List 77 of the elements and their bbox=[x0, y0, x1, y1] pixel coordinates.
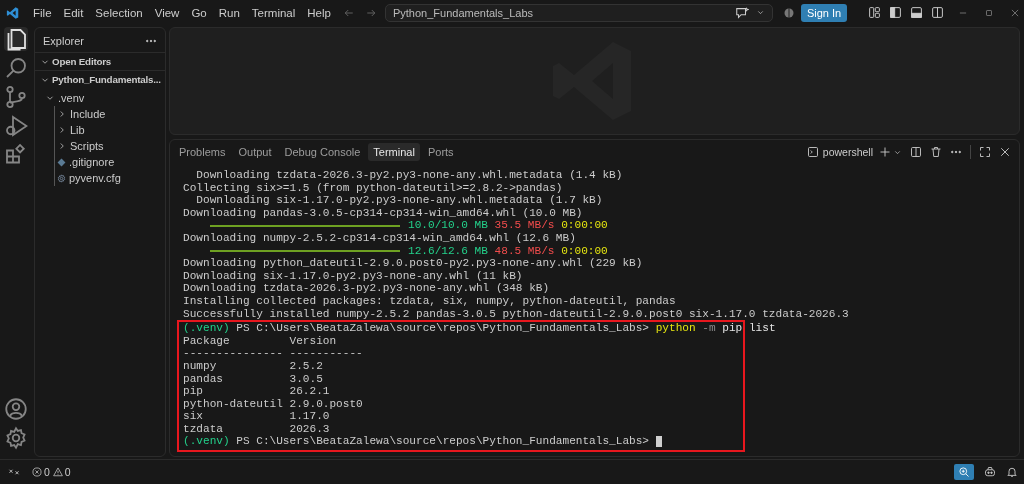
shell-name[interactable]: powershell bbox=[822, 146, 873, 158]
terminal-line: Package Version bbox=[183, 334, 337, 348]
menu-item[interactable]: Selection bbox=[89, 4, 149, 21]
sign-in-button[interactable]: Sign In bbox=[800, 3, 848, 22]
maximize-icon[interactable] bbox=[984, 7, 994, 18]
gear-icon bbox=[57, 173, 66, 183]
chevron-down-icon[interactable] bbox=[755, 8, 765, 17]
terminal-line: Collecting six>=1.5 (from python-dateutil>=2.8.2->pandas) bbox=[183, 181, 563, 195]
chat-icon[interactable] bbox=[734, 5, 749, 20]
folder-item[interactable]: .venv bbox=[58, 92, 85, 104]
split-view-icon[interactable] bbox=[931, 6, 944, 19]
terminal-line: tzdata 2026.3 bbox=[183, 422, 330, 436]
diamond-icon bbox=[57, 157, 66, 167]
search-icon[interactable] bbox=[4, 56, 28, 80]
menu-item[interactable]: View bbox=[148, 4, 186, 21]
terminal-line: pandas 3.0.5 bbox=[183, 372, 323, 386]
menu-item[interactable]: File bbox=[27, 4, 58, 21]
terminal-line: Downloading tzdata-2026.3-py2.py3-none-any.whl.metadata (1.4 kB) bbox=[195, 169, 623, 182]
run-debug-icon[interactable] bbox=[4, 114, 28, 138]
section-header[interactable]: Python_Fundamentals... bbox=[52, 74, 161, 85]
prompt-line: (.venv) PS C:\Users\BeataZalewa\source\repos\Python_Fundamentals_Labs> bbox=[183, 435, 651, 449]
folder-item[interactable]: Include bbox=[70, 108, 106, 120]
maximize-panel-icon[interactable] bbox=[979, 146, 991, 158]
file-entry[interactable]: pyvenv.cfg bbox=[69, 172, 121, 184]
panel-tab[interactable]: Output bbox=[233, 143, 277, 161]
panel-tab[interactable]: Terminal bbox=[368, 143, 420, 161]
terminal-line: Downloading tzdata-2026.3-py2.py3-none-any.whl (348 kB) bbox=[183, 282, 550, 295]
terminal-line: pip 26.2.1 bbox=[183, 385, 330, 398]
sidebar-toggle-icon[interactable] bbox=[889, 6, 902, 19]
terminal-line: Installing collected packages: tzdata, six, numpy, python-dateutil, pandas bbox=[183, 294, 676, 308]
progress-stats: 10.0/10.0 MB 35.5 MB/s 0:00:00 bbox=[408, 219, 608, 232]
split-terminal-icon[interactable] bbox=[910, 146, 922, 158]
robot-icon[interactable] bbox=[984, 466, 996, 478]
panel-toggle-icon[interactable] bbox=[910, 6, 923, 19]
plus-icon[interactable] bbox=[879, 146, 891, 158]
menu-item[interactable]: Go bbox=[185, 4, 213, 21]
error-icon[interactable] bbox=[32, 467, 42, 477]
terminal-line: --------------- ----------- bbox=[183, 347, 363, 360]
menu-item[interactable]: Edit bbox=[57, 4, 90, 21]
close-icon[interactable] bbox=[999, 146, 1011, 158]
source-control-icon[interactable] bbox=[4, 85, 28, 109]
warning-icon[interactable] bbox=[52, 467, 63, 477]
half-circle-icon[interactable] bbox=[782, 6, 795, 19]
explorer-icon[interactable] bbox=[4, 27, 28, 51]
menu-item[interactable]: Help bbox=[301, 4, 337, 21]
folder-item[interactable]: Scripts bbox=[70, 140, 104, 152]
layout-icon[interactable] bbox=[868, 6, 881, 19]
terminal-icon[interactable] bbox=[806, 146, 819, 158]
terminal-line: python-dateutil 2.9.0.post0 bbox=[183, 397, 363, 411]
trash-icon[interactable] bbox=[930, 146, 942, 158]
terminal-line: Downloading six-1.17.0-py2.py3-none-any.whl (11 kB) bbox=[183, 269, 523, 283]
prompt-line: (.venv) PS C:\Users\BeataZalewa\source\repos\Python_Fundamentals_Labs> python -m pip list bbox=[183, 322, 776, 335]
command-center[interactable]: Python_Fundamentals_Labs bbox=[384, 3, 773, 22]
terminal-line: Downloading numpy-2.5.2-cp314-cp314-win_amd64.whl (12.6 MB) bbox=[183, 231, 576, 245]
folder-item[interactable]: Lib bbox=[70, 124, 85, 136]
warning-count[interactable]: 0 bbox=[64, 466, 71, 478]
terminal-line: Downloading python_dateutil-2.9.0.post0-py2.py3-none-any.whl (229 kB) bbox=[183, 257, 643, 270]
terminal-line: numpy 2.5.2 bbox=[183, 359, 323, 373]
zoom-icon[interactable] bbox=[954, 464, 974, 480]
settings-icon[interactable] bbox=[4, 426, 28, 450]
terminal-line: Downloading pandas-3.0.5-cp314-cp314-win_amd64.whl (10.0 MB) bbox=[183, 206, 583, 220]
terminal-line: Successfully installed numpy-2.5.2 pandas-3.0.5 python-dateutil-2.9.0.post0 six-1.17.0 tzdata-2026.3 bbox=[183, 307, 849, 321]
section-header[interactable]: Open Editors bbox=[52, 56, 112, 67]
error-count[interactable]: 0 bbox=[44, 466, 50, 478]
progress-stats: 12.6/12.6 MB 48.5 MB/s 0:00:00 bbox=[408, 244, 608, 258]
panel-tab[interactable]: Ports bbox=[422, 143, 459, 161]
terminal-line: Downloading six-1.17.0-py2.py3-none-any.whl.metadata (1.7 kB) bbox=[195, 194, 603, 207]
panel-tab[interactable]: Problems bbox=[174, 143, 231, 161]
panel-tab[interactable]: Debug Console bbox=[279, 143, 366, 161]
sidebar-title: Explorer bbox=[43, 35, 84, 47]
app-logo-icon bbox=[6, 5, 20, 20]
account-icon[interactable] bbox=[4, 397, 28, 421]
menu-item[interactable]: Run bbox=[212, 4, 246, 21]
bell-icon[interactable] bbox=[1006, 466, 1018, 478]
menu-item[interactable]: Terminal bbox=[245, 4, 302, 21]
terminal-line: six 1.17.0 bbox=[183, 410, 330, 423]
file-entry[interactable]: .gitignore bbox=[69, 156, 115, 168]
